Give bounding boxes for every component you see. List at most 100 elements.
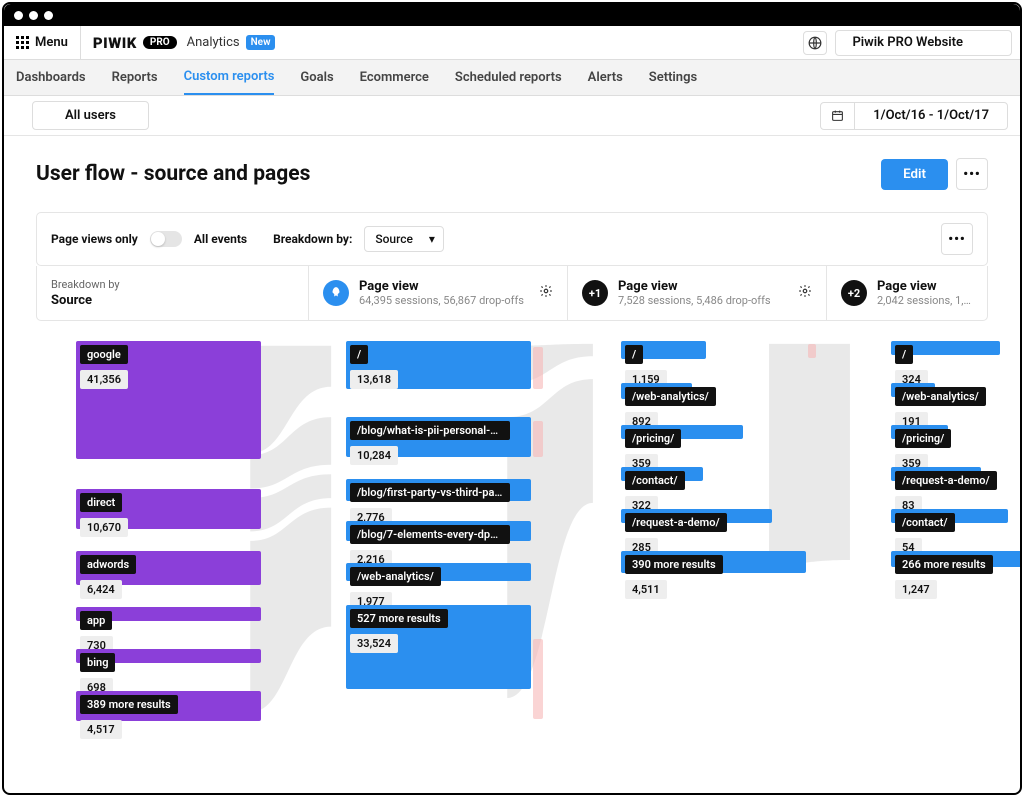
node-count: 6,424 (80, 580, 122, 599)
node-label: /pricing/ (625, 429, 681, 448)
brand-area: PIWIK PRO Analytics New (81, 34, 288, 52)
node-label: /contact/ (625, 471, 685, 490)
all-events-label: All events (194, 232, 247, 246)
node-label: google (80, 345, 128, 364)
node-label: direct (80, 493, 122, 512)
node-count: 1,247 (895, 580, 937, 599)
node-label: /pricing/ (895, 429, 951, 448)
flow-node[interactable]: /request-a-demo/83 (891, 467, 1022, 501)
top-bar: Menu PIWIK PRO Analytics New Piwik PRO W… (4, 26, 1020, 60)
flow-node[interactable]: /blog/what-is-pii-personal-da…10,284 (346, 417, 531, 457)
page-title: User flow - source and pages (36, 162, 310, 186)
flow-columns-header: Breakdown by Source Page view64,395 sess… (36, 266, 988, 321)
breakdown-col-value: Source (51, 293, 92, 308)
node-label: / (895, 345, 913, 364)
globe-icon (808, 36, 822, 50)
flow-node[interactable]: /blog/first-party-vs-third-part…2,776 (346, 479, 531, 513)
flow-node[interactable]: direct10,670 (76, 489, 261, 529)
flow-node[interactable]: 390 more results4,511 (621, 551, 806, 585)
flow-node[interactable]: 389 more results4,517 (76, 691, 261, 725)
date-range-picker[interactable]: 1/Oct/16 - 1/Oct/17 (820, 102, 1008, 130)
flow-node[interactable]: google 41,356 (76, 341, 261, 459)
node-label: /contact/ (895, 513, 955, 532)
breakdown-select[interactable]: Source (364, 226, 444, 252)
edit-button[interactable]: Edit (881, 159, 948, 190)
segment-selector[interactable]: All users (32, 101, 149, 130)
node-label: / (350, 345, 368, 364)
flow-node[interactable]: /web-analytics/1,977 (346, 563, 531, 597)
flow-node[interactable]: 266 more results1,247 (891, 551, 1022, 585)
node-label: /web-analytics/ (350, 567, 441, 586)
step-badge (323, 280, 349, 306)
tab-dashboards[interactable]: Dashboards (16, 61, 86, 94)
step-subtitle: 64,395 sessions, 56,867 drop-offs (359, 294, 529, 307)
node-count: 13,618 (350, 370, 398, 389)
node-label: /request-a-demo/ (895, 471, 997, 490)
flow-node[interactable]: /1,159 (621, 341, 806, 375)
site-selector[interactable]: Piwik PRO Website (835, 30, 1012, 56)
flow-node[interactable]: /324 (891, 341, 1022, 375)
page-views-only-label: Page views only (51, 232, 138, 246)
dropoff-indicator (808, 344, 816, 358)
tab-reports[interactable]: Reports (112, 61, 158, 94)
tab-alerts[interactable]: Alerts (588, 61, 623, 94)
flow-node[interactable]: /web-analytics/892 (621, 383, 806, 417)
more-actions-button[interactable]: ••• (956, 158, 988, 190)
apps-grid-icon (16, 36, 29, 49)
nav-tabs: Dashboards Reports Custom reports Goals Ecom… (4, 60, 1020, 96)
tab-scheduled-reports[interactable]: Scheduled reports (455, 61, 562, 94)
tab-ecommerce[interactable]: Ecommerce (360, 61, 429, 94)
main-menu-button[interactable]: Menu (4, 26, 81, 59)
flow-node[interactable]: /web-analytics/191 (891, 383, 1022, 417)
brand-name: PIWIK (93, 34, 137, 52)
step-settings-button[interactable] (798, 284, 812, 302)
product-label: Analytics (187, 35, 240, 50)
events-toggle[interactable] (150, 231, 182, 247)
flow-more-button[interactable]: ••• (941, 223, 973, 255)
step-title: Page view (359, 279, 529, 294)
brand-suffix: PRO (143, 36, 177, 49)
node-count: 4,517 (80, 720, 122, 739)
node-label: 390 more results (625, 555, 723, 574)
node-count: 10,670 (80, 518, 128, 537)
flow-node[interactable]: adwords6,424 (76, 551, 261, 585)
step-subtitle: 2,042 sessions, 1,240 (877, 294, 973, 307)
gear-icon (539, 284, 553, 298)
node-label: /blog/first-party-vs-third-part… (350, 483, 510, 502)
flow-node[interactable]: bing698 (76, 649, 261, 683)
flow-node[interactable]: /contact/54 (891, 509, 1022, 543)
flow-node[interactable]: / 13,618 (346, 341, 531, 389)
node-label: app (80, 611, 112, 630)
language-button[interactable] (803, 31, 827, 55)
breakdown-by-label: Breakdown by: (273, 232, 352, 246)
tab-goals[interactable]: Goals (300, 61, 333, 94)
flow-diagram: google41,356direct10,670adwords6,424app7… (36, 341, 988, 771)
flow-node[interactable]: /blog/7-elements-every-dpa-…2,216 (346, 521, 531, 555)
step-settings-button[interactable] (539, 284, 553, 302)
flow-node[interactable]: /contact/322 (621, 467, 806, 501)
flow-node[interactable]: /pricing/359 (621, 425, 806, 459)
node-label: 266 more results (895, 555, 993, 574)
date-range-text: 1/Oct/16 - 1/Oct/17 (855, 108, 1007, 123)
tab-custom-reports[interactable]: Custom reports (184, 60, 275, 95)
node-label: /blog/7-elements-every-dpa-… (350, 525, 510, 544)
node-label: /web-analytics/ (895, 387, 986, 406)
breakdown-col-label: Breakdown by (51, 278, 120, 291)
gear-icon (798, 284, 812, 298)
flow-node[interactable]: /request-a-demo/285 (621, 509, 806, 543)
flow-node[interactable]: app730 (76, 607, 261, 641)
dropoff-indicator (533, 421, 543, 457)
flow-node[interactable]: /pricing/359 (891, 425, 1022, 459)
step-subtitle: 7,528 sessions, 5,486 drop-offs (618, 294, 788, 307)
dropoff-indicator (533, 347, 543, 389)
node-count: 41,356 (80, 370, 128, 389)
flow-node[interactable]: 527 more results 33,524 (346, 605, 531, 689)
node-label: 389 more results (80, 695, 178, 714)
node-label: / (625, 345, 643, 364)
node-label: 527 more results (350, 609, 448, 628)
tab-settings[interactable]: Settings (649, 61, 697, 94)
step-title: Page view (877, 279, 973, 294)
node-label: /request-a-demo/ (625, 513, 727, 532)
node-count: 10,284 (350, 446, 398, 465)
node-count: 33,524 (350, 634, 398, 653)
